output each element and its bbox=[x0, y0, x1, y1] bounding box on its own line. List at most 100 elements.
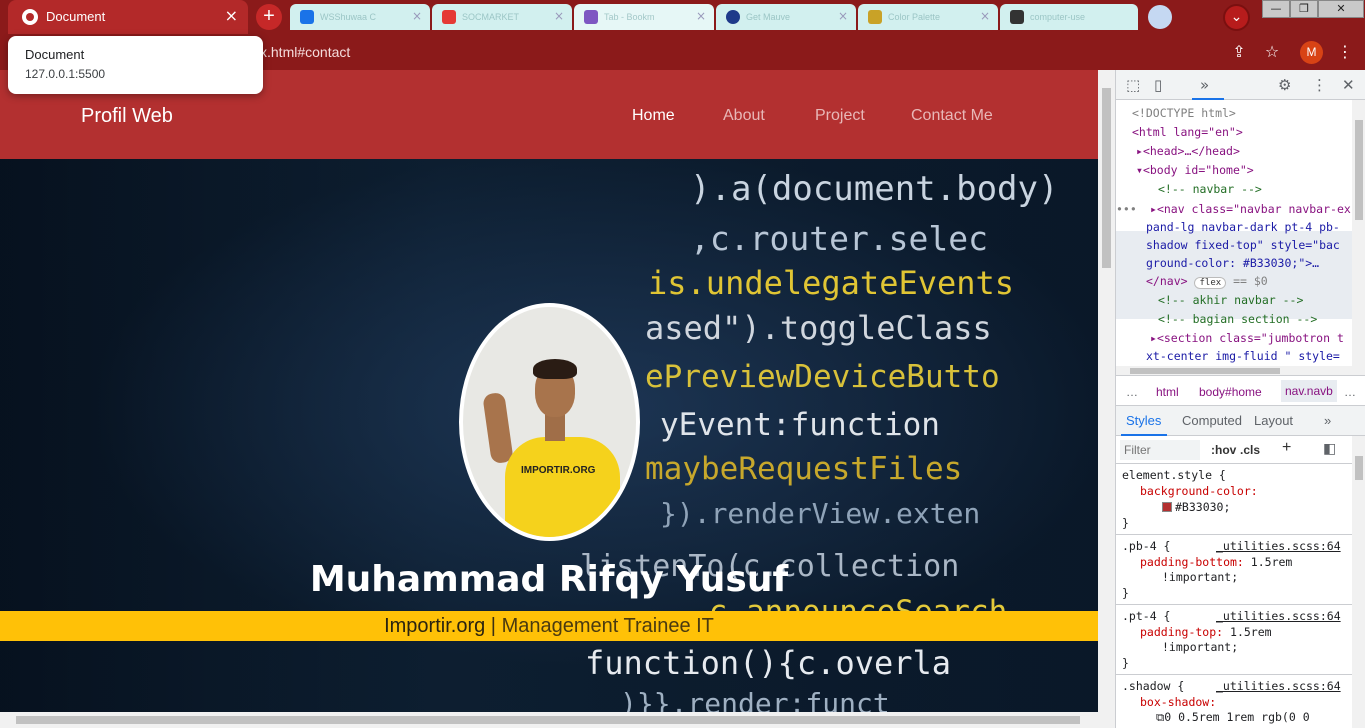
style-declaration[interactable]: padding-top: 1.5rem bbox=[1140, 625, 1272, 640]
class-toggle[interactable]: .cls bbox=[1240, 443, 1260, 457]
breadcrumb-item[interactable]: … bbox=[1126, 385, 1138, 399]
expand-triangle-icon[interactable]: ▸ bbox=[1150, 331, 1157, 345]
style-selector[interactable]: .pt-4 { bbox=[1122, 609, 1170, 624]
dom-line[interactable]: ground-color: #B33030;">… bbox=[1146, 254, 1319, 272]
devtools-menu-icon[interactable]: ⋮ bbox=[1312, 76, 1327, 94]
style-value[interactable]: !important; bbox=[1162, 640, 1238, 655]
dom-comment[interactable]: <!-- navbar --> bbox=[1158, 180, 1262, 198]
style-property[interactable]: box-shadow: bbox=[1140, 695, 1216, 710]
scrollbar-thumb[interactable] bbox=[1355, 120, 1363, 220]
inspect-element-icon[interactable]: ⬚ bbox=[1126, 76, 1140, 94]
tab-background-3[interactable]: Tab - Bookm × bbox=[574, 4, 714, 30]
tab-active[interactable]: Document × bbox=[8, 0, 248, 34]
color-swatch-icon[interactable] bbox=[1162, 502, 1172, 512]
breadcrumb-item[interactable]: body#home bbox=[1199, 385, 1262, 399]
dom-line[interactable]: ▸<head>…</head> bbox=[1136, 142, 1240, 160]
maximize-icon[interactable]: ❐ bbox=[1290, 0, 1318, 18]
bg-code-line: ased").toggleClass bbox=[645, 309, 992, 347]
flex-badge[interactable]: flex bbox=[1194, 277, 1227, 289]
profile-avatar[interactable]: M bbox=[1300, 41, 1323, 64]
style-declaration[interactable]: padding-bottom: 1.5rem bbox=[1140, 555, 1292, 570]
more-subtabs-icon[interactable]: » bbox=[1324, 413, 1331, 428]
tab-search-chevron-icon[interactable]: ⌄ bbox=[1223, 4, 1250, 31]
dom-line[interactable]: <!DOCTYPE html> bbox=[1132, 104, 1236, 122]
scrollbar-thumb[interactable] bbox=[1355, 456, 1363, 480]
close-window-icon[interactable]: ✕ bbox=[1318, 0, 1364, 18]
ellipsis-icon[interactable]: ••• bbox=[1116, 200, 1137, 218]
subtitle-separator: | bbox=[490, 615, 496, 637]
style-selector[interactable]: .shadow { bbox=[1122, 679, 1184, 694]
elements-vertical-scrollbar[interactable] bbox=[1352, 100, 1365, 366]
style-property[interactable]: background-color: bbox=[1140, 484, 1258, 499]
dom-line[interactable]: pand-lg navbar-dark pt-4 pb- bbox=[1146, 218, 1340, 236]
close-tab-icon[interactable]: × bbox=[838, 9, 848, 23]
device-toolbar-icon[interactable]: ▯ bbox=[1154, 76, 1162, 94]
dom-comment[interactable]: <!-- bagian section --> bbox=[1158, 310, 1317, 328]
new-rule-plus-icon[interactable]: + bbox=[1282, 439, 1291, 457]
tab-background-1[interactable]: WSShuwaa C × bbox=[290, 4, 430, 30]
style-source-link[interactable]: _utilities.scss:64 bbox=[1216, 539, 1341, 554]
address-bar[interactable]: x.html#contact bbox=[260, 44, 350, 60]
dom-line[interactable]: ▸<section class="jumbotron t bbox=[1150, 329, 1344, 347]
elements-horizontal-scrollbar[interactable] bbox=[1116, 366, 1365, 376]
style-selector[interactable]: element.style { bbox=[1122, 468, 1226, 483]
dom-line[interactable]: shadow fixed-top" style="bac bbox=[1146, 236, 1340, 254]
style-source-link[interactable]: _utilities.scss:64 bbox=[1216, 679, 1341, 694]
photo-shirt bbox=[505, 437, 620, 537]
tab-background-6[interactable]: computer-use bbox=[1000, 4, 1138, 30]
close-tab-icon[interactable]: × bbox=[696, 9, 706, 23]
share-icon[interactable]: ⇪ bbox=[1229, 42, 1249, 62]
scrollbar-thumb[interactable] bbox=[1102, 88, 1111, 268]
tab-background-2[interactable]: SOCMARKET × bbox=[432, 4, 572, 30]
tab-background-5[interactable]: Color Palette × bbox=[858, 4, 998, 30]
style-value[interactable]: #B33030; bbox=[1162, 500, 1230, 515]
style-source-link[interactable]: _utilities.scss:64 bbox=[1216, 609, 1341, 624]
tab-layout[interactable]: Layout bbox=[1254, 413, 1293, 428]
nav-link-contact[interactable]: Contact Me bbox=[911, 107, 993, 125]
close-tab-icon[interactable]: × bbox=[225, 6, 238, 25]
dom-line[interactable]: <html lang="en"> bbox=[1132, 123, 1243, 141]
browser-menu-icon[interactable]: ⋮ bbox=[1335, 42, 1355, 62]
page-vertical-scrollbar[interactable] bbox=[1098, 70, 1115, 728]
tab-computed[interactable]: Computed bbox=[1182, 413, 1242, 428]
shadow-editor-icon[interactable]: ⧉ bbox=[1156, 710, 1164, 724]
nav-link-home[interactable]: Home bbox=[632, 107, 675, 125]
tab-background-4[interactable]: Get Mauve × bbox=[716, 4, 856, 30]
dom-line[interactable]: </nav> flex == $0 bbox=[1146, 272, 1268, 292]
tab-group-icon[interactable] bbox=[1148, 5, 1172, 29]
style-selector[interactable]: .pb-4 { bbox=[1122, 539, 1170, 554]
toggle-sidebar-icon[interactable]: ◧ bbox=[1323, 440, 1336, 457]
breadcrumb-item[interactable]: … bbox=[1344, 385, 1356, 399]
dom-comment[interactable]: <!-- akhir navbar --> bbox=[1158, 291, 1303, 309]
styles-vertical-scrollbar[interactable] bbox=[1352, 436, 1365, 728]
breadcrumb-item[interactable]: html bbox=[1156, 385, 1179, 399]
close-tab-icon[interactable]: × bbox=[554, 9, 564, 23]
hover-card-address: 127.0.0.1:5500 bbox=[25, 67, 106, 81]
styles-filter-input[interactable] bbox=[1120, 440, 1200, 460]
collapse-triangle-icon[interactable]: ▾ bbox=[1136, 163, 1143, 177]
expand-triangle-icon[interactable]: ▸ bbox=[1136, 144, 1143, 158]
dom-line[interactable]: ▸<nav class="navbar navbar-ex bbox=[1150, 200, 1351, 218]
bookmark-star-icon[interactable]: ☆ bbox=[1262, 42, 1282, 62]
dom-line[interactable]: xt-center img-fluid " style= bbox=[1146, 347, 1340, 365]
style-value[interactable]: !important; bbox=[1162, 570, 1238, 585]
close-devtools-icon[interactable]: ✕ bbox=[1342, 76, 1355, 94]
brand-logo[interactable]: Profil Web bbox=[81, 105, 173, 128]
hover-state-toggle[interactable]: :hov bbox=[1211, 443, 1236, 457]
more-tabs-icon[interactable]: » bbox=[1200, 76, 1209, 94]
nav-link-about[interactable]: About bbox=[723, 107, 765, 125]
dom-line[interactable]: ▾<body id="home"> bbox=[1136, 161, 1254, 179]
settings-gear-icon[interactable]: ⚙ bbox=[1278, 76, 1291, 94]
expand-triangle-icon[interactable]: ▸ bbox=[1150, 202, 1157, 216]
style-value[interactable]: ⧉0 0.5rem 1rem rgb(0 0 bbox=[1156, 710, 1310, 725]
page-horizontal-scrollbar[interactable] bbox=[0, 712, 1098, 728]
close-tab-icon[interactable]: × bbox=[412, 9, 422, 23]
breadcrumb-item-selected[interactable]: nav.navb bbox=[1281, 380, 1337, 402]
tab-styles[interactable]: Styles bbox=[1126, 413, 1161, 428]
close-tab-icon[interactable]: × bbox=[980, 9, 990, 23]
scrollbar-thumb[interactable] bbox=[1130, 368, 1280, 374]
minimize-icon[interactable]: — bbox=[1262, 0, 1290, 18]
new-tab-button[interactable]: + bbox=[256, 4, 282, 30]
scrollbar-thumb[interactable] bbox=[16, 716, 1080, 724]
nav-link-project[interactable]: Project bbox=[815, 107, 865, 125]
